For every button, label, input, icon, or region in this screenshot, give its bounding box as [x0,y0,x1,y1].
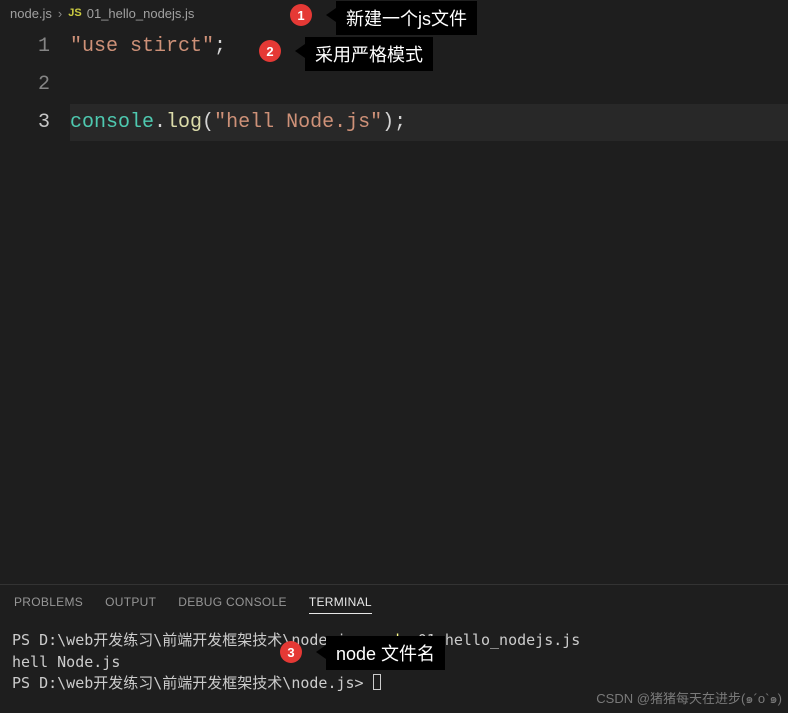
tab-terminal[interactable]: TERMINAL [309,595,372,614]
panel-tabs: PROBLEMS OUTPUT DEBUG CONSOLE TERMINAL [0,585,788,622]
tab-output[interactable]: OUTPUT [105,595,156,614]
line-number: 1 [0,28,50,66]
line-gutter: 1 2 3 [0,28,70,142]
breadcrumb-file[interactable]: 01_hello_nodejs.js [87,6,195,21]
method-token: log [166,111,202,134]
watermark: CSDN @猪猪每天在进步(๑´o`๑) [596,688,782,709]
tab-debug-console[interactable]: DEBUG CONSOLE [178,595,287,614]
chevron-right-icon: › [58,6,62,21]
annotation-badge-3: 3 [280,641,302,663]
annotation-label-3: node 文件名 [326,636,445,670]
annotation-badge-1: 1 [290,4,312,26]
annotation-arrow-icon [316,645,326,659]
annotation-label-2: 采用严格模式 [305,37,433,71]
terminal-prompt: PS D:\web开发练习\前端开发框架技术\node.js> [12,631,364,649]
string-literal: "use stirct" [70,35,214,58]
terminal-cursor-icon [373,674,381,690]
tab-problems[interactable]: PROBLEMS [14,595,83,614]
object-token: console [70,111,154,134]
annotation-arrow-icon [326,8,336,22]
line-number: 3 [0,104,50,142]
breadcrumb-folder[interactable]: node.js [10,6,52,21]
annotation-badge-2: 2 [259,40,281,62]
line-number: 2 [0,66,50,104]
code-line-2[interactable] [70,66,788,104]
semicolon: ; [214,35,226,58]
code-line-3[interactable]: console.log("hell Node.js"); [70,104,788,142]
annotation-arrow-icon [295,44,305,58]
js-file-icon: JS [68,7,81,19]
terminal-prompt: PS D:\web开发练习\前端开发框架技术\node.js> [12,674,373,692]
annotation-label-1: 新建一个js文件 [336,1,477,35]
string-literal: "hell Node.js" [214,111,382,134]
